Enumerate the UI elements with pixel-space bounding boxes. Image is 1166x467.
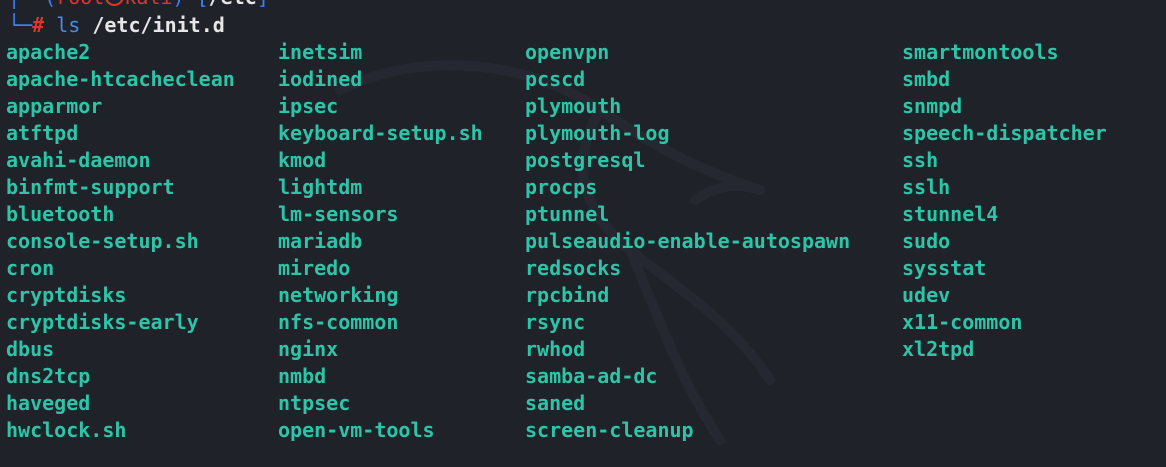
- command-name: ls: [56, 13, 81, 37]
- prompt-header: ┌──(root㉿kali)-[/etc]: [8, 0, 269, 8]
- listing-entry: snmpd: [902, 94, 963, 118]
- listing-entry: avahi-daemon: [6, 148, 151, 172]
- listing-entry: sudo: [902, 229, 951, 253]
- listing-entry: ptunnel: [525, 202, 610, 226]
- listing-entry: open-vm-tools: [278, 418, 435, 442]
- prompt-corner-top: ┌──: [8, 0, 44, 9]
- prompt-open-bracket: [: [197, 0, 209, 9]
- listing-entry: cron: [6, 256, 55, 280]
- listing-entry: apparmor: [6, 94, 103, 118]
- listing-entry: pcscd: [525, 67, 586, 91]
- listing-entry: speech-dispatcher: [902, 121, 1107, 145]
- prompt-close-paren: )-: [173, 0, 197, 9]
- listing-entry: ipsec: [278, 94, 339, 118]
- listing-column-4: smartmontools smbd snmpd speech-dispatch…: [902, 39, 1107, 363]
- listing-entry: sslh: [902, 175, 951, 199]
- listing-entry: pulseaudio-enable-autospawn: [525, 229, 851, 253]
- prompt-corner-bottom: └─: [8, 13, 33, 37]
- listing-entry: ssh: [902, 148, 939, 172]
- listing-entry: rpcbind: [525, 283, 610, 307]
- listing-entry: nmbd: [278, 364, 327, 388]
- listing-entry: console-setup.sh: [6, 229, 199, 253]
- listing-entry: apache2: [6, 40, 91, 64]
- listing-entry: mariadb: [278, 229, 363, 253]
- prompt-cwd: /etc: [209, 0, 257, 9]
- terminal-window[interactable]: ┌──(root㉿kali)-[/etc] └─# ls /etc/init.d…: [0, 0, 1166, 467]
- listing-entry: stunnel4: [902, 202, 999, 226]
- prompt-command-line: └─# ls /etc/init.d: [8, 12, 225, 38]
- prompt-user-host: root㉿kali: [56, 0, 172, 9]
- listing-entry: inetsim: [278, 40, 363, 64]
- listing-entry: plymouth-log: [525, 121, 670, 145]
- listing-entry: smartmontools: [902, 40, 1059, 64]
- listing-entry: keyboard-setup.sh: [278, 121, 483, 145]
- prompt-close-bracket: ]: [257, 0, 269, 9]
- listing-entry: samba-ad-dc: [525, 364, 658, 388]
- listing-entry: plymouth: [525, 94, 622, 118]
- listing-entry: x11-common: [902, 310, 1023, 334]
- listing-entry: redsocks: [525, 256, 622, 280]
- listing-entry: postgresql: [525, 148, 646, 172]
- listing-entry: smbd: [902, 67, 951, 91]
- listing-entry: xl2tpd: [902, 337, 975, 361]
- listing-entry: ntpsec: [278, 391, 351, 415]
- listing-entry: binfmt-support: [6, 175, 175, 199]
- listing-entry: lightdm: [278, 175, 363, 199]
- listing-entry: saned: [525, 391, 586, 415]
- listing-entry: hwclock.sh: [6, 418, 127, 442]
- prompt-open-paren: (: [44, 0, 56, 9]
- listing-entry: openvpn: [525, 40, 610, 64]
- listing-entry: haveged: [6, 391, 91, 415]
- listing-entry: procps: [525, 175, 598, 199]
- listing-entry: nginx: [278, 337, 339, 361]
- listing-entry: apache-htcacheclean: [6, 67, 235, 91]
- listing-column-3: openvpn pcscd plymouth plymouth-log post…: [525, 39, 850, 444]
- listing-entry: networking: [278, 283, 399, 307]
- listing-entry: rsync: [525, 310, 586, 334]
- listing-entry: rwhod: [525, 337, 586, 361]
- listing-column-2: inetsim iodined ipsec keyboard-setup.sh …: [278, 39, 483, 444]
- prompt-symbol: #: [32, 13, 45, 37]
- listing-entry: cryptdisks: [6, 283, 127, 307]
- listing-entry: lm-sensors: [278, 202, 399, 226]
- listing-entry: bluetooth: [6, 202, 115, 226]
- listing-entry: kmod: [278, 148, 327, 172]
- listing-entry: cryptdisks-early: [6, 310, 199, 334]
- listing-entry: udev: [902, 283, 951, 307]
- listing-entry: screen-cleanup: [525, 418, 694, 442]
- listing-entry: dbus: [6, 337, 55, 361]
- listing-entry: iodined: [278, 67, 363, 91]
- listing-entry: atftpd: [6, 121, 79, 145]
- command-argument: /etc/init.d: [92, 13, 225, 37]
- listing-entry: dns2tcp: [6, 364, 91, 388]
- listing-entry: nfs-common: [278, 310, 399, 334]
- listing-entry: miredo: [278, 256, 351, 280]
- listing-column-1: apache2 apache-htcacheclean apparmor atf…: [6, 39, 235, 444]
- listing-entry: sysstat: [902, 256, 987, 280]
